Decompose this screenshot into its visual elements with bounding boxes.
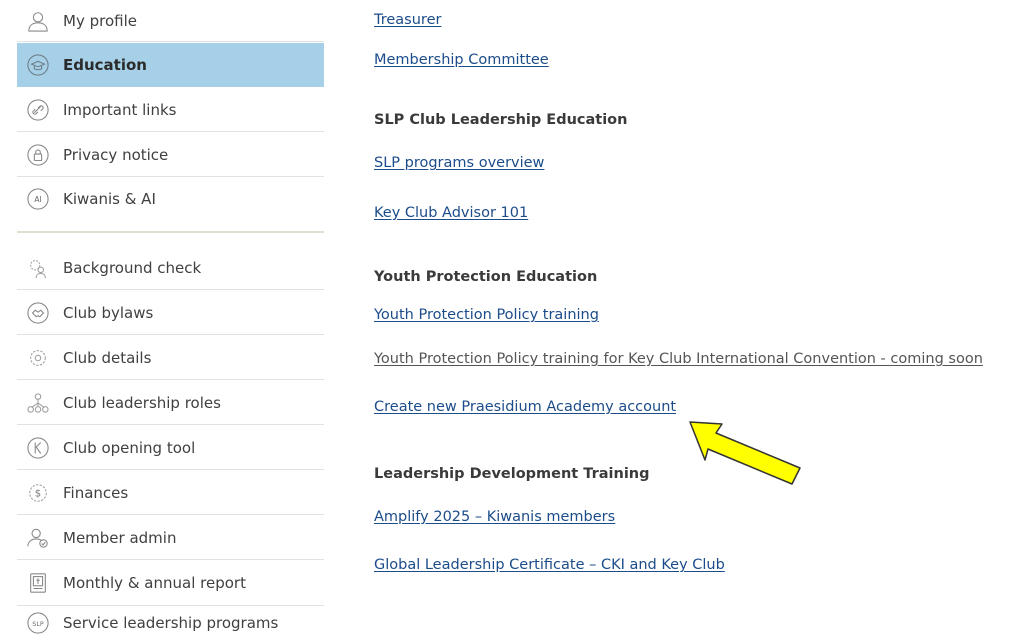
slp-club-leadership-education-heading: SLP Club Leadership Education (374, 112, 628, 128)
key-club-advisor-101-link[interactable]: Key Club Advisor 101 (374, 204, 528, 222)
ypp-training-kci-convention-coming-soon[interactable]: Youth Protection Policy training for Key… (374, 350, 983, 368)
sidebar-item-background-check[interactable]: Background check (17, 246, 324, 290)
handshake-icon (27, 301, 49, 324)
sidebar-item-club-details[interactable]: Club details (17, 336, 324, 380)
sidebar-item-label: Member admin (63, 528, 177, 547)
sidebar-item-label: Monthly & annual report (63, 574, 246, 592)
org-chart-icon (27, 392, 49, 414)
user-check-icon (27, 527, 49, 549)
svg-text:SLP: SLP (32, 620, 44, 628)
sidebar-item-finances[interactable]: $ Finances (17, 471, 324, 515)
sidebar-item-club-leadership-roles[interactable]: Club leadership roles (17, 381, 324, 425)
sidebar-item-label: Club bylaws (63, 303, 154, 322)
sidebar-item-label: Finances (63, 483, 129, 502)
sidebar-item-club-bylaws[interactable]: Club bylaws (17, 291, 324, 335)
kiwanis-k-icon (27, 436, 49, 459)
sidebar-item-label: Club leadership roles (63, 393, 221, 412)
sidebar-item-my-profile[interactable]: My profile (17, 0, 324, 42)
link-icon (27, 98, 49, 121)
leadership-development-training-heading: Leadership Development Training (374, 466, 650, 482)
lock-icon (27, 143, 49, 166)
sidebar-item-privacy-notice[interactable]: Privacy notice (17, 133, 324, 177)
background-check-icon (27, 257, 49, 279)
sidebar-item-member-admin[interactable]: Member admin (17, 516, 324, 560)
sidebar-item-important-links[interactable]: Important links (17, 88, 324, 132)
svg-text:AI: AI (34, 195, 42, 204)
slp-badge-icon: SLP (27, 612, 49, 634)
user-icon (27, 10, 49, 32)
sidebar-item-label: Kiwanis & AI (63, 190, 156, 208)
sidebar-item-kiwanis-ai[interactable]: AI Kiwanis & AI (17, 178, 324, 220)
sidebar-item-label: Background check (63, 258, 202, 277)
report-icon (27, 572, 49, 594)
graduation-cap-icon (27, 53, 49, 76)
sidebar-item-label: Club details (63, 348, 152, 367)
create-praesidium-academy-account-link[interactable]: Create new Praesidium Academy account (374, 398, 676, 416)
treasurer-link[interactable]: Treasurer (374, 11, 441, 29)
yellow-arrow-annotation (689, 421, 801, 485)
gear-icon (27, 347, 49, 369)
sidebar-item-service-leadership-programs[interactable]: SLP Service leadership programs (17, 607, 324, 639)
svg-text:$: $ (35, 488, 41, 499)
youth-protection-policy-training-link[interactable]: Youth Protection Policy training (374, 306, 599, 324)
slp-programs-overview-link[interactable]: SLP programs overview (374, 154, 544, 172)
sidebar-item-label: Education (63, 55, 147, 74)
sidebar-item-label: Privacy notice (63, 145, 169, 164)
sidebar-item-education[interactable]: Education (17, 43, 324, 87)
amplify-2025-kiwanis-members-link[interactable]: Amplify 2025 – Kiwanis members (374, 508, 615, 526)
global-leadership-certificate-link[interactable]: Global Leadership Certificate – CKI and … (374, 556, 725, 574)
sidebar-item-label: Service leadership programs (63, 614, 279, 632)
sidebar-item-label: Important links (63, 100, 177, 119)
youth-protection-education-heading: Youth Protection Education (374, 269, 598, 285)
ai-badge-icon: AI (27, 188, 49, 210)
sidebar-divider (17, 231, 324, 233)
membership-committee-link[interactable]: Membership Committee (374, 51, 549, 69)
dollar-gear-icon: $ (27, 482, 49, 504)
sidebar-item-club-opening-tool[interactable]: Club opening tool (17, 426, 324, 470)
sidebar-item-label: Club opening tool (63, 438, 196, 457)
sidebar-item-monthly-annual-report[interactable]: Monthly & annual report (17, 561, 324, 606)
sidebar-item-label: My profile (63, 11, 137, 30)
